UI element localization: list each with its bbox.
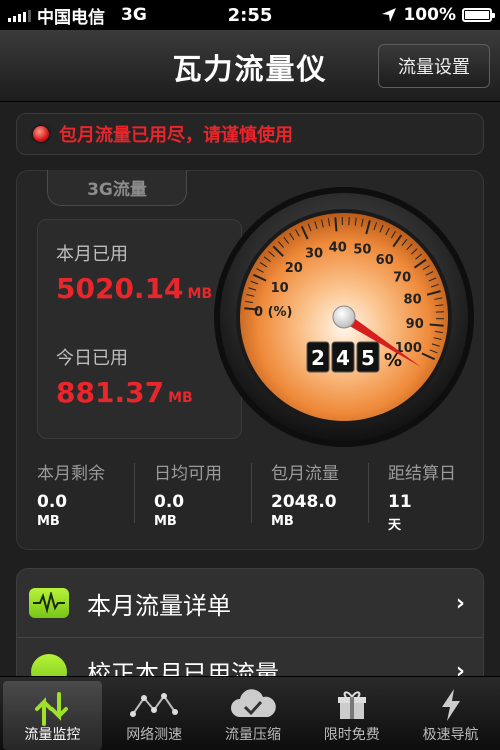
bottom-tab-bar: 流量监控 网络测速 流量压缩 限时免费 极速导航 bbox=[0, 676, 500, 750]
stat-label: 本月剩余 bbox=[37, 464, 105, 484]
warning-text: 包月流量已用尽，请谨慎使用 bbox=[59, 125, 293, 146]
gauge-tick-label: 40 bbox=[329, 240, 347, 255]
network-type: 3G bbox=[121, 5, 147, 25]
stat-label: 包月流量 bbox=[271, 464, 339, 484]
today-used-unit: MB bbox=[168, 390, 193, 406]
traffic-settings-button[interactable]: 流量设置 bbox=[378, 44, 490, 88]
gauge-percent-sign: % bbox=[384, 350, 402, 371]
tab-label: 流量压缩 bbox=[224, 727, 281, 743]
status-time: 2:55 bbox=[227, 4, 273, 26]
month-used-value: 5020.14 MB bbox=[56, 272, 212, 305]
signal-icon bbox=[8, 8, 31, 22]
stats-row: 本月剩余 0.0 MB 日均可用 0.0 MB 包月流量 2048.0 MB 距… bbox=[17, 459, 485, 533]
gauge-tick-label: 20 bbox=[285, 261, 303, 276]
cloud-compress-icon bbox=[228, 687, 278, 723]
carrier-name: 中国电信 bbox=[37, 7, 105, 28]
stat-unit: MB bbox=[37, 514, 60, 529]
status-bar: 中国电信 3G 2:55 100% bbox=[0, 0, 500, 30]
gauge-tick-label: 80 bbox=[404, 293, 422, 308]
stat-unit: MB bbox=[154, 514, 177, 529]
stat-label: 日均可用 bbox=[154, 464, 222, 484]
gauge-needle-cap bbox=[332, 305, 356, 329]
tab-label: 限时免费 bbox=[323, 727, 380, 743]
today-used-label: 今日已用 bbox=[56, 348, 128, 369]
gauge-tick bbox=[334, 217, 338, 232]
stat-days-to-settlement: 距结算日 11 天 bbox=[368, 459, 485, 533]
stat-unit: 天 bbox=[388, 518, 402, 533]
tab-traffic-compress[interactable]: 流量压缩 bbox=[204, 677, 303, 750]
today-used-number: 881.37 bbox=[56, 376, 165, 409]
network-tab-3g[interactable]: 3G流量 bbox=[47, 170, 187, 206]
month-used-unit: MB bbox=[187, 286, 213, 302]
gauge-tick-label: 0 (%) bbox=[254, 305, 292, 320]
stat-value: 0.0 bbox=[154, 492, 185, 512]
battery-icon bbox=[462, 8, 495, 22]
traffic-panel: 3G流量 本月已用 5020.14 MB 今日已用 881.37 MB 0 (%… bbox=[16, 170, 484, 550]
status-right: 100% bbox=[381, 5, 495, 25]
month-used-label: 本月已用 bbox=[56, 244, 128, 265]
gauge-tick-label: 70 bbox=[393, 270, 411, 285]
usage-gauge: 0 (%)102030 40 5060708090100 2 4 5 % bbox=[214, 187, 474, 447]
tab-label: 流量监控 bbox=[24, 727, 81, 743]
traffic-monitor-icon bbox=[32, 691, 72, 727]
stat-value: 2048.0 bbox=[271, 492, 337, 512]
status-left: 中国电信 3G bbox=[8, 3, 147, 28]
gauge-tick-label: 60 bbox=[376, 253, 394, 268]
stat-label: 距结算日 bbox=[388, 464, 456, 484]
stat-unit: MB bbox=[271, 514, 294, 529]
speed-test-icon bbox=[130, 687, 179, 723]
gauge-tick bbox=[429, 323, 444, 327]
gauge-digit-1: 2 bbox=[311, 346, 325, 370]
battery-percent: 100% bbox=[403, 5, 456, 25]
options-list: 本月流量详单 › 校正本月已用流量 › bbox=[16, 568, 484, 688]
list-item-monthly-detail[interactable]: 本月流量详单 › bbox=[17, 569, 483, 637]
tab-traffic-monitor[interactable]: 流量监控 bbox=[3, 681, 102, 750]
chevron-right-icon: › bbox=[455, 590, 465, 616]
tab-limited-free[interactable]: 限时免费 bbox=[302, 677, 401, 750]
stat-daily-available: 日均可用 0.0 MB bbox=[134, 459, 251, 529]
gauge-tick-label: 50 bbox=[353, 242, 371, 257]
navigation-bar: 瓦力流量仪 流量设置 bbox=[0, 30, 500, 102]
gift-icon bbox=[337, 687, 367, 723]
gauge-tick-label: 90 bbox=[406, 317, 424, 332]
gauge-tick-label: 30 bbox=[305, 247, 323, 262]
stat-value: 0.0 bbox=[37, 492, 68, 512]
tab-label: 网络测速 bbox=[126, 727, 183, 743]
stat-month-remaining: 本月剩余 0.0 MB bbox=[17, 459, 134, 529]
month-used-number: 5020.14 bbox=[56, 272, 184, 305]
tab-label: 极速导航 bbox=[422, 727, 479, 743]
pulse-icon bbox=[29, 588, 69, 618]
lightning-icon bbox=[439, 687, 463, 723]
tab-speed-test[interactable]: 网络测速 bbox=[105, 677, 204, 750]
tab-fast-navigation[interactable]: 极速导航 bbox=[401, 677, 500, 750]
gauge-tick-label: 10 bbox=[271, 281, 289, 296]
location-arrow-icon bbox=[382, 8, 397, 22]
quota-warning-banner: 包月流量已用尽，请谨慎使用 bbox=[16, 113, 484, 155]
stat-monthly-plan: 包月流量 2048.0 MB bbox=[251, 459, 368, 529]
gauge-digit-3: 5 bbox=[361, 346, 375, 370]
list-item-label: 本月流量详单 bbox=[87, 591, 231, 620]
today-used-value: 881.37 MB bbox=[56, 376, 193, 409]
warning-led-icon bbox=[33, 126, 49, 142]
gauge-digit-2: 4 bbox=[336, 346, 350, 370]
stat-value: 11 bbox=[388, 492, 412, 512]
